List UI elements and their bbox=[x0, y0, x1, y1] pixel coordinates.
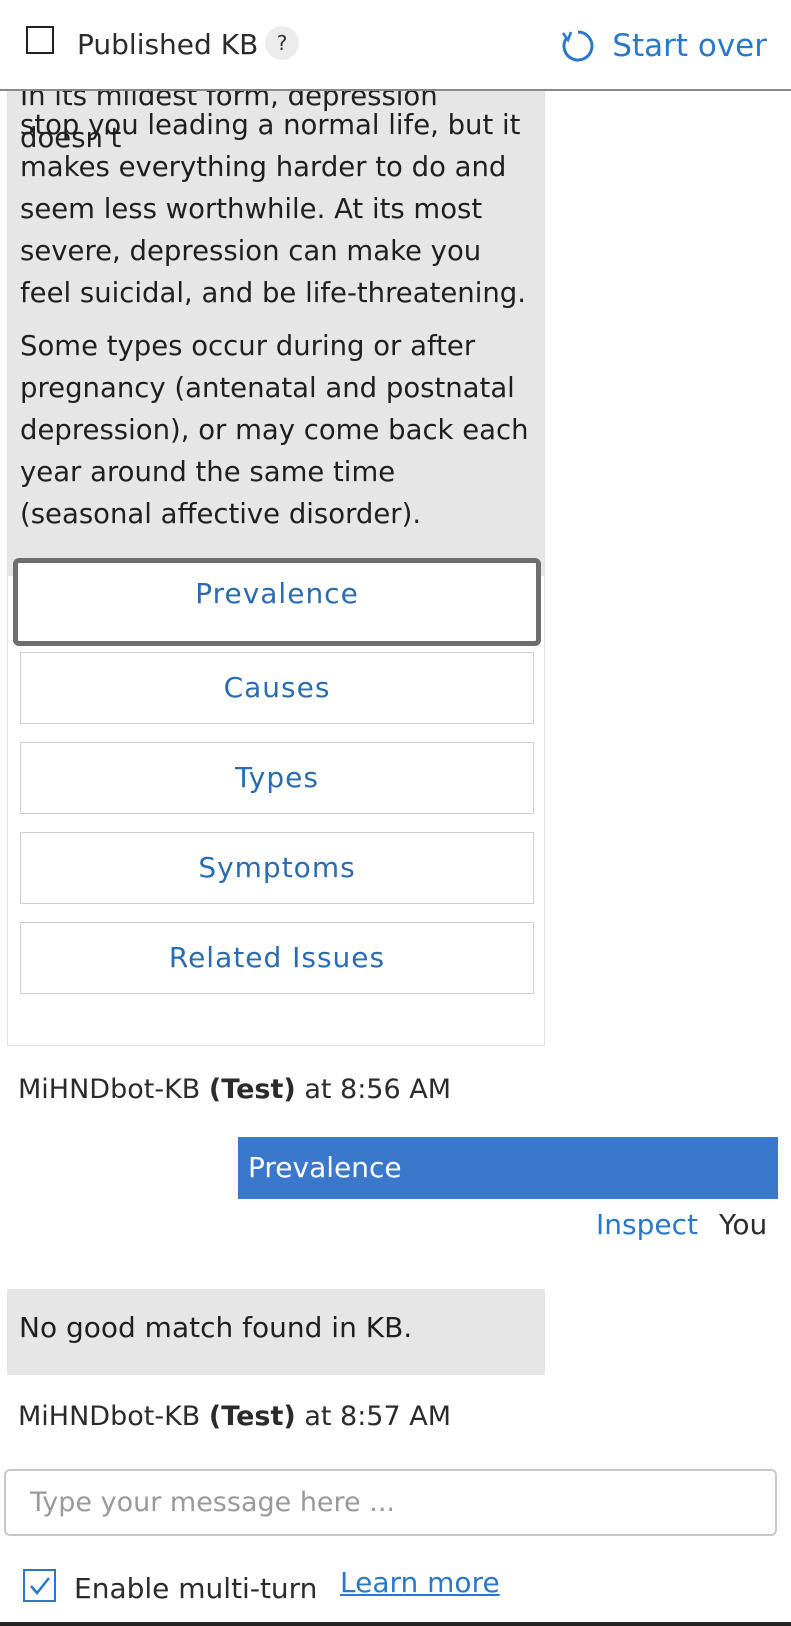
prevalence-button[interactable]: Prevalence bbox=[13, 558, 541, 646]
causes-button[interactable]: Causes bbox=[20, 652, 534, 724]
learn-more-link[interactable]: Learn more bbox=[340, 1566, 500, 1599]
sender-label: You bbox=[719, 1208, 768, 1241]
bot-reply-meta: MiHNDbot-KB (Test) at 8:57 AM bbox=[18, 1401, 451, 1432]
message-paragraph-2: Some types occur during or after pregnan… bbox=[20, 330, 529, 530]
bot-message-text: In its mildest form, depression doesn't … bbox=[8, 90, 544, 576]
test-panel-header: Published KB ? Start over bbox=[0, 0, 791, 91]
message-paragraph-1: stop you leading a normal life, but it m… bbox=[20, 109, 526, 309]
start-over-label: Start over bbox=[612, 28, 767, 64]
bot-message-meta: MiHNDbot-KB (Test) at 8:56 AM bbox=[18, 1074, 451, 1105]
bot-name: MiHNDbot-KB bbox=[18, 1401, 201, 1432]
bot-test-tag: (Test) bbox=[208, 1074, 296, 1105]
bot-reply-text: No good match found in KB. bbox=[19, 1311, 413, 1344]
help-icon[interactable]: ? bbox=[265, 26, 299, 60]
related-issues-button[interactable]: Related Issues bbox=[20, 922, 534, 994]
bot-name: MiHNDbot-KB bbox=[18, 1074, 201, 1105]
inspect-link[interactable]: Inspect bbox=[596, 1208, 698, 1241]
user-message-bubble: Prevalence bbox=[238, 1137, 778, 1199]
bot-message-card: In its mildest form, depression doesn't … bbox=[7, 89, 545, 1046]
symptoms-button[interactable]: Symptoms bbox=[20, 832, 534, 904]
bot-test-tag: (Test) bbox=[208, 1401, 296, 1432]
published-kb-checkbox[interactable] bbox=[26, 26, 54, 54]
message-input[interactable] bbox=[4, 1469, 777, 1536]
types-button[interactable]: Types bbox=[20, 742, 534, 814]
message-time: at 8:57 AM bbox=[304, 1401, 452, 1432]
refresh-icon bbox=[562, 30, 594, 62]
published-kb-label: Published KB bbox=[77, 28, 259, 61]
bot-reply-bubble: No good match found in KB. bbox=[7, 1289, 545, 1375]
enable-multi-turn-label: Enable multi-turn bbox=[74, 1572, 318, 1605]
message-time: at 8:56 AM bbox=[304, 1074, 452, 1105]
bottom-divider bbox=[0, 1622, 791, 1626]
enable-multi-turn-checkbox[interactable] bbox=[23, 1569, 56, 1602]
start-over-button[interactable]: Start over bbox=[560, 26, 767, 66]
checkmark-icon bbox=[29, 1576, 50, 1595]
